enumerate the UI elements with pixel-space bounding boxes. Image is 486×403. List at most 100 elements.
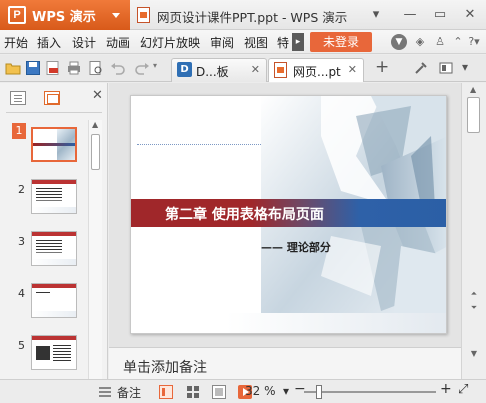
slide-number: 5	[18, 339, 25, 352]
window-title: 网页设计课件PPT.ppt - WPS 演示	[157, 10, 348, 25]
scroll-up-icon[interactable]: ▲	[470, 85, 476, 94]
slide-title[interactable]: 第二章 使用表格布局页面	[165, 204, 324, 224]
slide-thumbnail-4[interactable]: 4	[0, 279, 88, 329]
slide-subtitle[interactable]: —— 理论部分	[261, 239, 331, 255]
slide-preview	[31, 179, 77, 214]
slide-preview	[31, 127, 77, 162]
normal-view-icon[interactable]	[159, 385, 173, 399]
app-menu-button[interactable]: P WPS 演示	[0, 0, 130, 30]
redo-icon[interactable]	[134, 60, 150, 76]
current-slide[interactable]: 第二章 使用表格布局页面 —— 理论部分	[130, 95, 447, 334]
notes-toggle-label[interactable]: 备注	[117, 384, 141, 401]
print-preview-icon[interactable]	[88, 60, 104, 76]
wps-window: P WPS 演示 网页设计课件PPT.ppt - WPS 演示 ▾ — ▭ ✕ …	[0, 0, 486, 403]
slide-preview	[31, 231, 77, 266]
tab-ppt-document[interactable]: 网页...pt ✕	[268, 58, 364, 82]
menu-insert[interactable]: 插入	[37, 34, 61, 51]
close-icon[interactable]: ✕	[460, 5, 480, 25]
shirt-icon[interactable]: ♙	[432, 34, 448, 50]
notes-toggle-icon[interactable]	[98, 386, 112, 398]
slide-number: 3	[18, 235, 25, 248]
scroll-thumb[interactable]	[467, 97, 480, 133]
zoom-out-icon[interactable]: −	[294, 381, 306, 397]
slide-thumbnail-3[interactable]: 3	[0, 227, 88, 277]
panel-divider	[6, 112, 102, 113]
slide-thumbnail-1[interactable]: 1	[0, 123, 88, 173]
new-tab-icon[interactable]: +	[375, 57, 389, 77]
help-icon[interactable]: ?▾	[466, 34, 482, 50]
slide-footer-gradient	[131, 313, 446, 333]
quick-access-dropdown-icon[interactable]: ▾	[153, 61, 157, 70]
thumbnail-scrollbar[interactable]: ▲	[88, 120, 102, 379]
cloud-icon[interactable]: ▼	[391, 34, 407, 50]
slide-number: 1	[12, 123, 26, 139]
title-bar: P WPS 演示 网页设计课件PPT.ppt - WPS 演示 ▾ — ▭ ✕	[0, 0, 486, 30]
vertical-scrollbar[interactable]: ▲ ⏶ ⏷ ▼	[461, 83, 486, 379]
ppt-file-icon	[274, 62, 287, 78]
menu-review[interactable]: 审阅	[210, 34, 234, 51]
docer-icon: D	[177, 62, 192, 77]
slide-number: 4	[18, 287, 25, 300]
export-pdf-icon[interactable]	[45, 60, 61, 76]
tools-icon[interactable]	[413, 60, 429, 76]
tab-docer[interactable]: D D...板 ✕	[171, 58, 267, 82]
fit-window-icon[interactable]: ⤢	[458, 382, 468, 397]
status-bar: 备注 32 % ▾ − + ⤢	[0, 379, 486, 403]
slides-view-icon[interactable]	[44, 91, 60, 105]
slide-number: 2	[18, 183, 25, 196]
menu-special[interactable]: 特	[277, 34, 289, 51]
notes-placeholder[interactable]: 单击添加备注	[123, 357, 207, 377]
skin-icon[interactable]: ▾	[366, 5, 386, 25]
scroll-up-icon[interactable]: ▲	[92, 120, 98, 129]
ppt-file-icon	[137, 7, 150, 23]
minimize-icon[interactable]: —	[400, 5, 420, 25]
open-folder-icon[interactable]	[5, 60, 21, 76]
chevron-down-icon	[112, 13, 120, 18]
tab-docer-label: D...板	[196, 65, 229, 79]
scroll-down-icon[interactable]: ▼	[468, 349, 480, 358]
title-band: 第二章 使用表格布局页面	[131, 199, 446, 227]
undo-icon[interactable]	[110, 60, 126, 76]
notes-pane[interactable]: 单击添加备注	[109, 347, 461, 379]
panel-close-icon[interactable]: ✕	[92, 88, 103, 103]
menu-bar: 开始 插入 设计 动画 幻灯片放映 审阅 视图 特 ▸ 未登录 ▼ ◈ ♙ ⌃ …	[0, 30, 486, 54]
zoom-in-icon[interactable]: +	[440, 381, 452, 397]
login-button[interactable]: 未登录	[310, 32, 372, 52]
print-icon[interactable]	[66, 60, 82, 76]
scroll-thumb[interactable]	[91, 134, 100, 170]
reading-view-icon[interactable]	[212, 385, 226, 399]
zoom-dropdown-icon[interactable]: ▾	[283, 384, 289, 398]
wps-logo-icon: P	[8, 6, 26, 24]
tab-close-icon[interactable]: ✕	[348, 63, 357, 76]
view-mode-icon[interactable]	[438, 60, 454, 76]
app-name: WPS 演示	[32, 9, 96, 25]
menu-slideshow[interactable]: 幻灯片放映	[140, 34, 200, 51]
slide-thumbnail-panel: ✕ 1 2 3 4 5 ▲	[0, 83, 108, 379]
share-icon[interactable]: ◈	[412, 34, 428, 50]
thumbnail-list: 1 2 3 4 5	[0, 117, 88, 379]
tab-close-icon[interactable]: ✕	[251, 63, 260, 76]
zoom-slider-handle[interactable]	[316, 385, 322, 399]
slide-preview	[31, 335, 77, 370]
slide-preview	[31, 283, 77, 318]
document-tab-bar: ▾ D D...板 ✕ 网页...pt ✕ + ▾	[0, 55, 486, 82]
menu-view[interactable]: 视图	[244, 34, 268, 51]
tab-list-icon[interactable]: ▾	[462, 60, 468, 74]
menu-home[interactable]: 开始	[4, 34, 28, 51]
previous-slide-icon[interactable]: ⏶	[468, 289, 480, 299]
menu-animation[interactable]: 动画	[106, 34, 130, 51]
zoom-slider[interactable]	[304, 391, 436, 393]
menu-more-button[interactable]: ▸	[292, 33, 304, 51]
slide-sorter-icon[interactable]	[186, 385, 200, 399]
zoom-level[interactable]: 32 %	[245, 384, 276, 398]
menu-design[interactable]: 设计	[72, 34, 96, 51]
collapse-ribbon-icon[interactable]: ⌃	[450, 34, 466, 50]
next-slide-icon[interactable]: ⏷	[468, 303, 480, 313]
maximize-icon[interactable]: ▭	[430, 5, 450, 25]
slide-thumbnail-5[interactable]: 5	[0, 331, 88, 379]
slide-thumbnail-2[interactable]: 2	[0, 175, 88, 225]
tab-ppt-label: 网页...pt	[293, 65, 341, 79]
slide-editing-area: 第二章 使用表格布局页面 —— 理论部分	[109, 83, 461, 347]
outline-view-icon[interactable]	[10, 91, 26, 105]
save-icon[interactable]	[25, 60, 41, 76]
